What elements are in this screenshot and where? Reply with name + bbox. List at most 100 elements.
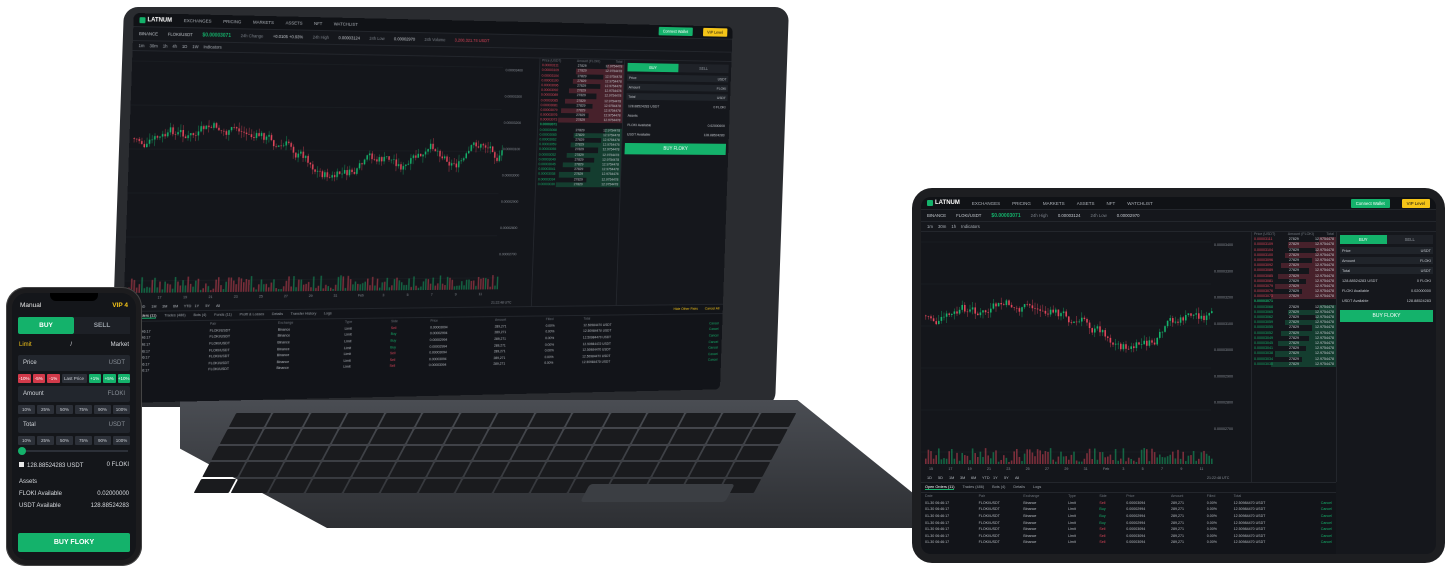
connect-wallet-button[interactable]: Connect Wallet [658, 27, 692, 36]
nav-pricing[interactable]: PRICING [223, 19, 241, 24]
tab-trades[interactable]: Trades (486) [962, 485, 984, 490]
tab-details[interactable]: Details [272, 312, 283, 317]
cancel-all-button[interactable]: Cancel All [705, 307, 720, 312]
interval-1d[interactable]: 1D [182, 44, 188, 49]
nav-markets[interactable]: MARKETS [253, 20, 274, 25]
amount-input[interactable]: Amount FLOKI [1340, 257, 1433, 264]
tab-transfers[interactable]: Transfer History [291, 312, 317, 317]
range-button-6m[interactable]: 6M [173, 304, 178, 308]
price-chip[interactable]: +10% [118, 374, 131, 383]
cancel-order-button[interactable]: Cancel [1305, 527, 1332, 531]
price-input[interactable]: Price USDT [18, 355, 130, 371]
range-button-1m[interactable]: 1M [151, 305, 156, 309]
amount-chip[interactable]: 10% [18, 405, 35, 414]
interval-1h[interactable]: 1h [951, 224, 956, 229]
interval-4h[interactable]: 4h [172, 44, 177, 49]
price-chip[interactable]: +5% [103, 374, 116, 383]
interval-1m[interactable]: 1m [139, 43, 145, 48]
range-button-all[interactable]: All [1015, 476, 1019, 480]
total-chip[interactable]: 10% [18, 436, 35, 445]
total-chip[interactable]: 50% [56, 436, 73, 445]
interval-30m[interactable]: 30m [938, 224, 946, 229]
cancel-order-button[interactable]: Cancel [682, 321, 719, 325]
interval-30m[interactable]: 30m [149, 43, 157, 48]
total-input[interactable]: Total USDT [626, 93, 727, 101]
buy-tab[interactable]: BUY [627, 63, 678, 72]
tab-logs[interactable]: Logs [1033, 485, 1041, 490]
sell-tab[interactable]: SELL [1387, 235, 1434, 244]
connect-wallet-button[interactable]: Connect Wallet [1351, 199, 1390, 208]
sell-tab[interactable]: SELL [74, 317, 130, 334]
range-button-ytd[interactable]: YTD [982, 476, 990, 480]
buy-tab[interactable]: BUY [18, 317, 74, 334]
cancel-order-button[interactable]: Cancel [682, 340, 719, 344]
nav-pricing[interactable]: PRICING [1012, 201, 1031, 206]
amount-input[interactable]: Amount FLOKI [18, 386, 130, 402]
last-price-chip[interactable]: Last Price [62, 374, 87, 383]
nav-assets[interactable]: ASSETS [1077, 201, 1095, 206]
total-chip[interactable]: 100% [113, 436, 130, 445]
price-chip[interactable]: +1% [89, 374, 102, 383]
brand-logo[interactable]: LATNUM [139, 17, 172, 24]
range-button-all[interactable]: All [216, 304, 220, 308]
amount-chip[interactable]: 25% [37, 405, 54, 414]
price-chart[interactable]: 0.00003400 0.00003300 0.00003200 0.00003100… [123, 51, 539, 311]
amount-chip[interactable]: 75% [75, 405, 92, 414]
nav-exchanges[interactable]: EXCHANGES [972, 201, 1000, 206]
nav-markets[interactable]: MARKETS [1043, 201, 1065, 206]
cancel-order-button[interactable]: Cancel [1305, 521, 1332, 525]
tab-funds[interactable]: Funds (11) [214, 313, 232, 318]
tab-bots[interactable]: Bots (4) [992, 485, 1005, 490]
nav-nft[interactable]: NFT [1106, 201, 1115, 206]
tab-pnl[interactable]: Profit & Losses [239, 312, 264, 317]
interval-1m[interactable]: 1m [927, 224, 933, 229]
bid-row[interactable]: 0.00003030 27829 12.9754478 [536, 182, 620, 187]
market-tab[interactable]: Market [111, 342, 129, 348]
price-chart[interactable]: 0.00003400 0.00003300 0.00003200 0.00003100… [921, 232, 1251, 482]
vip-level-button[interactable]: VIP Level [703, 28, 728, 37]
cancel-order-button[interactable]: Cancel [681, 358, 718, 362]
price-input[interactable]: Price USDT [1340, 247, 1433, 254]
tab-trades[interactable]: Trades (486) [164, 313, 185, 318]
sell-tab[interactable]: SELL [678, 64, 729, 73]
amount-chip[interactable]: 90% [94, 405, 111, 414]
ask-row[interactable]: 0.00003073 27829 12.9754478 [538, 118, 622, 124]
range-button-5y[interactable]: 5Y [205, 304, 210, 308]
nav-watchlist[interactable]: WATCHLIST [1127, 201, 1153, 206]
mode-select[interactable]: Manual [20, 302, 41, 309]
cancel-order-button[interactable]: Cancel [1305, 540, 1332, 544]
range-button-3m[interactable]: 3M [162, 304, 167, 308]
range-button-1y[interactable]: 1Y [993, 476, 998, 480]
amount-input[interactable]: Amount FLOKI [627, 84, 728, 92]
price-input[interactable]: Price USDT [627, 74, 728, 82]
cancel-order-button[interactable]: Cancel [681, 352, 718, 356]
slider-handle[interactable] [18, 447, 26, 455]
amount-chip[interactable]: 100% [113, 405, 130, 414]
buy-floky-button[interactable]: BUY FLOKY [1340, 310, 1433, 322]
nav-nft[interactable]: NFT [314, 21, 322, 26]
indicators-button[interactable]: Indicators [203, 44, 221, 49]
tab-bots[interactable]: Bots (4) [193, 313, 206, 318]
price-chip[interactable]: -10% [18, 374, 31, 383]
interval-1h[interactable]: 1h [163, 44, 168, 49]
cancel-order-button[interactable]: Cancel [1305, 514, 1332, 518]
exchange-select[interactable]: BINANCE [927, 213, 946, 218]
cancel-order-button[interactable]: Cancel [682, 334, 719, 338]
range-button-1m[interactable]: 1M [949, 476, 954, 480]
total-input[interactable]: Total USDT [1340, 267, 1433, 274]
interval-1w[interactable]: 1W [192, 44, 198, 49]
nav-exchanges[interactable]: EXCHANGES [184, 18, 212, 24]
cancel-order-button[interactable]: Cancel [1305, 534, 1332, 538]
cancel-order-button[interactable]: Cancel [681, 346, 718, 350]
nav-assets[interactable]: ASSETS [285, 20, 302, 25]
buy-floky-button[interactable]: BUY FLOKY [18, 533, 130, 552]
range-button-ytd[interactable]: YTD [184, 304, 192, 308]
pair-select[interactable]: FLOKI/USDT [168, 32, 193, 37]
pair-select[interactable]: FLOKI/USDT [956, 213, 981, 218]
vip-level-button[interactable]: VIP Level [1402, 199, 1430, 208]
cancel-order-button[interactable]: Cancel [1305, 507, 1332, 511]
nav-watchlist[interactable]: WATCHLIST [334, 21, 358, 26]
range-button-1d[interactable]: 1D [927, 476, 932, 480]
buy-floky-button[interactable]: BUY FLOKY [625, 143, 726, 155]
ask-row[interactable]: 0.00003073 27829 12.9754478 [1252, 294, 1336, 299]
